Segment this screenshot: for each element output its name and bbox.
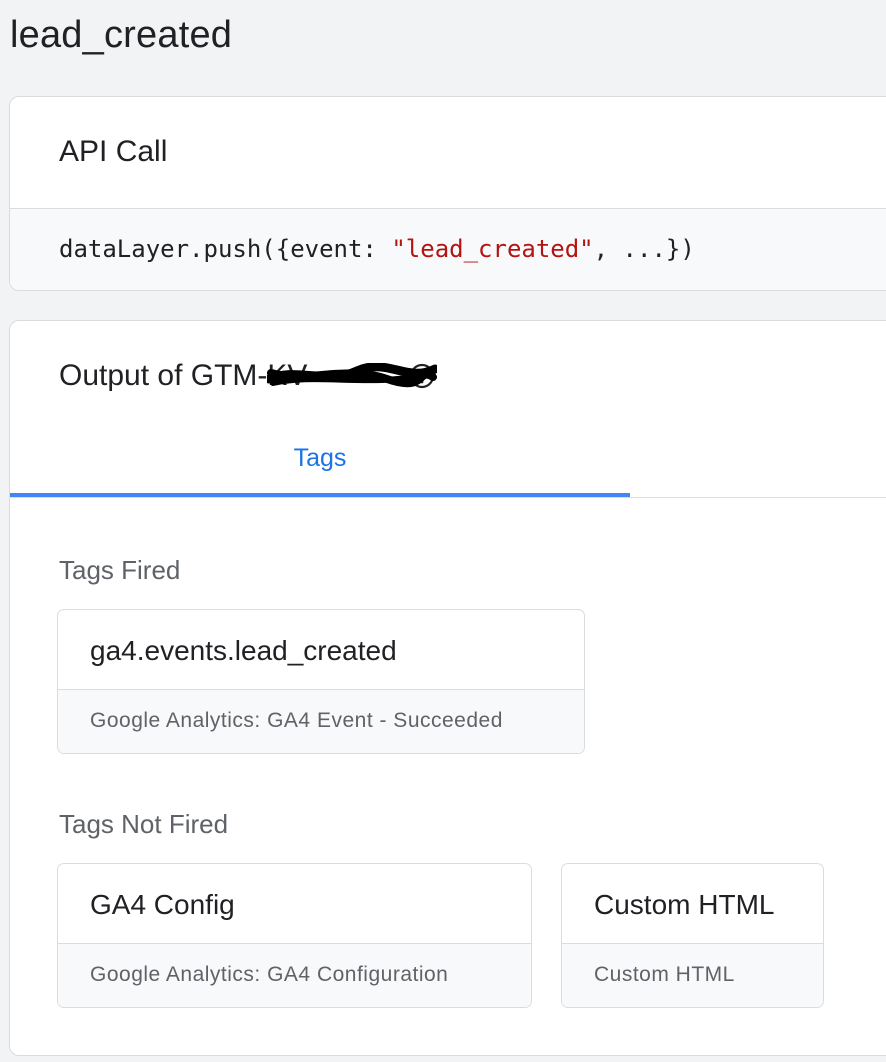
page-title: lead_created — [10, 14, 233, 56]
tag-name: GA4 Config — [58, 864, 531, 944]
output-tabs: Tags — [10, 431, 886, 498]
tag-type: Google Analytics: GA4 Event - Succeeded — [58, 690, 584, 753]
tag-card-fired[interactable]: ga4.events.lead_created Google Analytics… — [57, 609, 585, 754]
tag-name: ga4.events.lead_created — [58, 610, 584, 690]
tag-name: Custom HTML — [562, 864, 823, 944]
output-title-prefix: Output of GTM- — [59, 359, 268, 392]
tags-not-fired-label: Tags Not Fired — [59, 809, 229, 839]
tags-fired-label: Tags Fired — [59, 555, 181, 585]
output-title: Output of GTM- KV — [59, 359, 438, 393]
tab-tags[interactable]: Tags — [10, 431, 630, 497]
code-prefix: dataLayer.push({event: — [59, 235, 392, 263]
gtm-container-id: KV — [267, 359, 438, 393]
code-suffix: , ...}) — [593, 235, 695, 263]
tag-type: Custom HTML — [562, 944, 823, 1007]
api-call-card: API Call dataLayer.push({event: "lead_cr… — [9, 96, 886, 291]
tag-card-not-fired[interactable]: Custom HTML Custom HTML — [561, 863, 824, 1008]
code-event-string: "lead_created" — [391, 235, 594, 263]
tag-card-not-fired[interactable]: GA4 Config Google Analytics: GA4 Configu… — [57, 863, 532, 1008]
tag-type: Google Analytics: GA4 Configuration — [58, 944, 531, 1007]
api-call-heading: API Call — [10, 97, 886, 209]
gtm-container-id-text: KV — [267, 359, 308, 392]
api-call-code: dataLayer.push({event: "lead_created", .… — [10, 209, 886, 290]
output-card: Output of GTM- KV Tags Tags Fired ga4.ev… — [9, 320, 886, 1056]
help-circle-icon[interactable] — [409, 363, 435, 389]
